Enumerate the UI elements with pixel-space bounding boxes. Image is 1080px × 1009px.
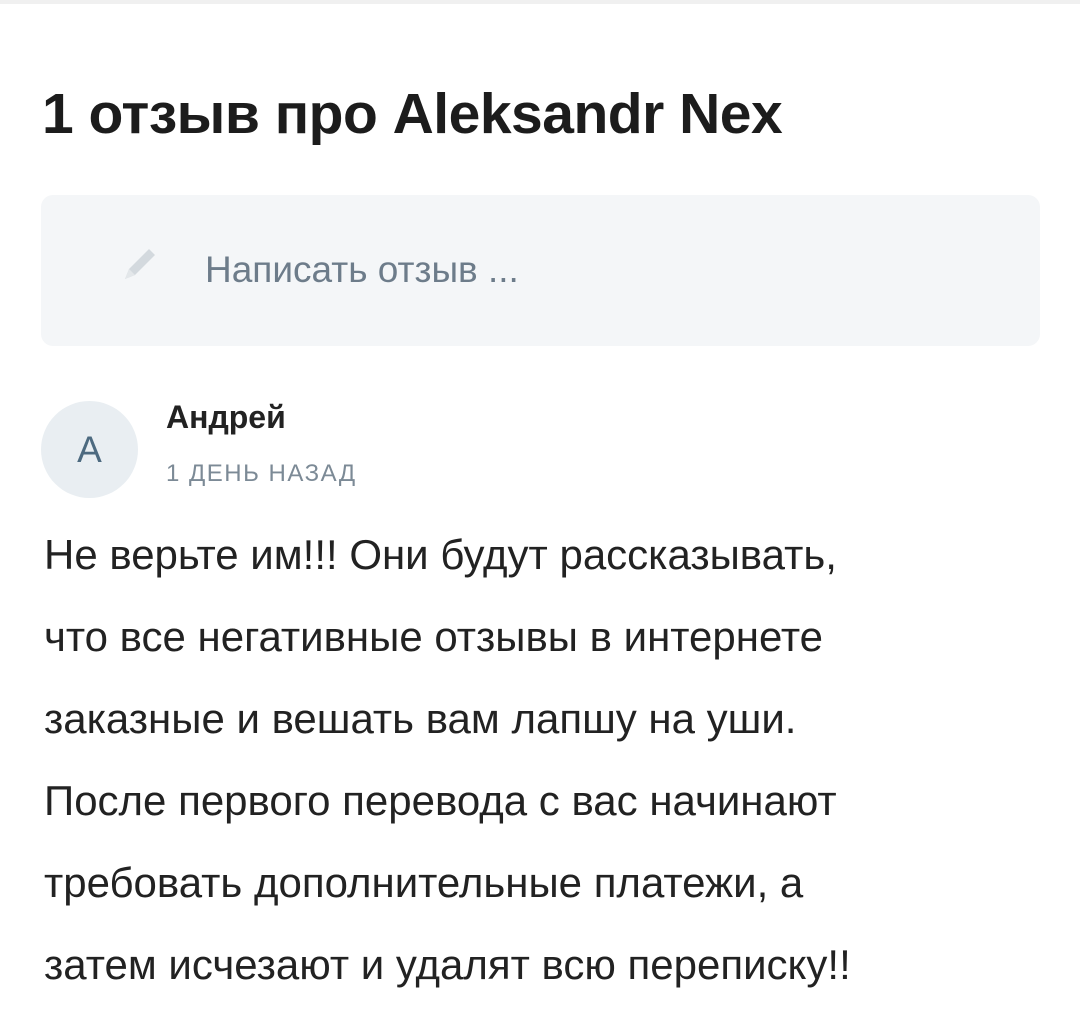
review-text-line: заказные и вешать вам лапшу на уши. (44, 695, 797, 742)
review-text-line: затем исчезают и удалят всю переписку!! (44, 941, 851, 988)
avatar: А (41, 401, 138, 498)
write-review-box[interactable] (41, 195, 1040, 346)
review-text-line: Не верьте им!!! Они будут рассказывать, (44, 531, 837, 578)
write-review-placeholder[interactable]: Написать отзыв ... (205, 248, 519, 292)
review-author-name[interactable]: Андрей (166, 397, 286, 437)
review-text: Не верьте им!!! Они будут рассказывать, … (44, 514, 1054, 1006)
review-text-line: что все негативные отзывы в интернете (44, 613, 824, 660)
avatar-letter: А (77, 428, 102, 470)
review-text-line: требовать дополнительные платежи, а (44, 859, 804, 906)
review-date: 1 ДЕНЬ НАЗАД (166, 460, 357, 487)
top-divider (0, 0, 1080, 4)
page-title: 1 отзыв про Aleksandr Nex (42, 82, 783, 146)
review-text-line: После первого перевода с вас начинают (44, 777, 837, 824)
pencil-icon (125, 249, 155, 279)
